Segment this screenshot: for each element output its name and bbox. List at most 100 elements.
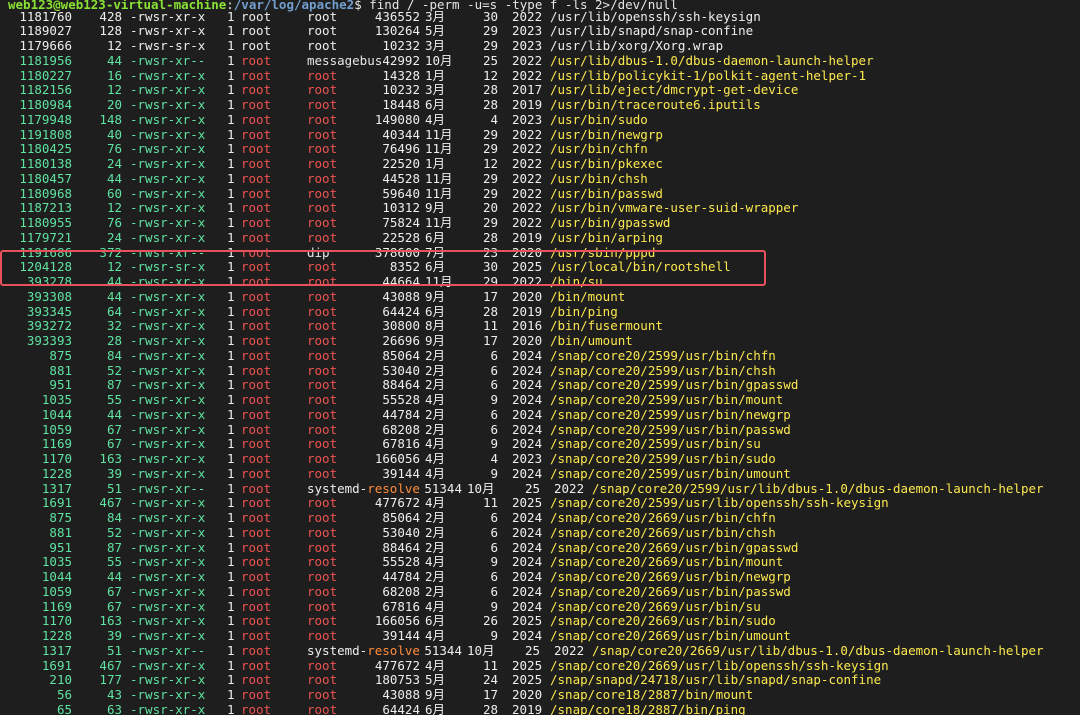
size-value: 76496 [382, 141, 420, 157]
size-value: 68208 [382, 421, 420, 437]
year-cell: 2022 [554, 480, 585, 496]
path-cell: /snap/core20/2669/usr/bin/chfn [550, 510, 776, 525]
month-cell: 2月 [425, 583, 446, 599]
year-cell: 2022 [512, 141, 543, 157]
blocks-cell: 39 [106, 465, 122, 481]
size-value: 166056 [374, 451, 420, 466]
year-cell: 2024 [512, 436, 543, 452]
links-cell: 1 [227, 642, 235, 658]
perms-cell: -rwsr-xr-x [130, 598, 206, 614]
perms-cell: -rwsr-xr-x [130, 67, 206, 83]
blocks-cell: 163 [99, 451, 122, 466]
perms-cell: -rwsr-xr-x [130, 156, 206, 171]
perms-cell: -rwsr-xr-x [130, 97, 206, 112]
owner-cell: root [241, 156, 272, 171]
perms-cell: -rwsr-xr-x [130, 303, 206, 319]
day-cell: 11 [482, 657, 498, 673]
blocks-cell: 12 [106, 38, 122, 53]
inode-cell: 1180955 [19, 215, 72, 230]
year-cell: 2023 [512, 111, 543, 127]
perms-cell: -rwsr-xr-x [130, 82, 206, 98]
year-cell: 2016 [512, 318, 543, 334]
group-cell: root [307, 200, 338, 216]
size-value: 55528 [382, 554, 420, 570]
group-cell: root [307, 23, 338, 39]
month-cell: 9月 [425, 687, 446, 702]
owner-cell: root [241, 362, 272, 378]
path-cell: /usr/bin/traceroute6.iputils [550, 97, 761, 112]
owner-cell: root [241, 126, 272, 142]
month-cell: 1月 [425, 156, 446, 171]
links-cell: 1 [227, 82, 235, 98]
perms-cell: -rwsr-xr-x [130, 318, 206, 334]
size-value: 44784 [382, 569, 420, 584]
month-cell: 6月 [425, 613, 446, 629]
path-cell: /usr/lib/snapd/snap-confine [550, 23, 754, 39]
path-cell: /usr/bin/chsh [550, 170, 648, 186]
month-cell: 10月 [467, 480, 495, 496]
inode-cell: 1169 [41, 598, 72, 614]
path-cell: /usr/bin/sudo [550, 111, 648, 127]
path-cell: /snap/snapd/24718/usr/lib/snapd/snap-con… [550, 672, 882, 688]
owner-cell: root [241, 318, 272, 334]
blocks-cell: 52 [106, 524, 122, 540]
size-value: 22520 [382, 156, 420, 171]
blocks-cell: 67 [106, 583, 122, 599]
blocks-cell: 16 [106, 67, 122, 83]
links-cell: 1 [227, 554, 235, 570]
path-cell: /snap/core20/2669/usr/lib/openssh/ssh-ke… [550, 657, 889, 673]
inode-cell: 1044 [41, 406, 72, 422]
day-cell: 17 [482, 333, 498, 348]
month-cell: 9月 [425, 333, 446, 348]
inode-cell: 393272 [26, 318, 72, 334]
day-cell: 12 [482, 67, 498, 83]
group-cell: root [307, 111, 338, 127]
day-cell: 20 [482, 200, 498, 216]
terminal-window[interactable]: web123@web123-virtual-machine:/var/log/a… [0, 0, 1080, 715]
day-cell: 28 [482, 229, 498, 245]
day-cell: 9 [490, 436, 498, 452]
owner-cell: root [241, 406, 272, 422]
owner-cell: root [241, 392, 272, 407]
inode-cell: 1170 [41, 451, 72, 466]
group-cell: root [307, 347, 338, 363]
year-cell: 2024 [512, 406, 543, 422]
path-cell: /usr/bin/arping [550, 229, 663, 245]
size-value: 10232 [382, 82, 420, 98]
year-cell: 2024 [512, 598, 543, 614]
size-value: 64424 [382, 701, 420, 715]
blocks-cell: 44 [106, 170, 122, 186]
blocks-cell: 43 [106, 687, 122, 702]
year-cell: 2025 [512, 495, 543, 511]
inode-cell: 393345 [26, 303, 72, 319]
path-cell: /snap/core20/2599/usr/lib/openssh/ssh-ke… [550, 495, 889, 511]
day-cell: 11 [482, 495, 498, 511]
path-cell: /snap/core20/2669/usr/bin/mount [550, 554, 784, 570]
perms-cell: -rwsr-xr-x [130, 539, 206, 555]
group-cell: root [307, 333, 338, 348]
blocks-cell: 63 [106, 701, 122, 715]
links-cell: 1 [227, 465, 235, 481]
month-cell: 4月 [425, 465, 446, 481]
size-value: 130264 [374, 23, 420, 39]
inode-cell: 881 [49, 362, 72, 378]
month-cell: 11月 [425, 141, 453, 157]
blocks-cell: 87 [106, 539, 122, 555]
month-cell: 2月 [425, 347, 446, 363]
perms-cell: -rwsr-xr-x [130, 229, 206, 245]
owner-cell: root [241, 480, 272, 496]
size-value: 55528 [382, 392, 420, 407]
size-value: 149080 [374, 111, 420, 127]
perms-cell: -rwsr-xr-x [130, 451, 206, 466]
links-cell: 1 [227, 170, 235, 186]
inode-cell: 1059 [41, 583, 72, 599]
inode-cell: 1691 [41, 657, 72, 673]
path-cell: /snap/core20/2599/usr/bin/chsh [550, 362, 776, 378]
path-cell: /snap/core20/2669/usr/bin/umount [550, 628, 791, 643]
links-cell: 1 [227, 318, 235, 334]
size-value: 180753 [374, 672, 420, 688]
month-cell: 10月 [425, 52, 453, 68]
links-cell: 1 [227, 421, 235, 437]
owner-cell: root [241, 539, 272, 555]
year-cell: 2022 [512, 185, 543, 201]
